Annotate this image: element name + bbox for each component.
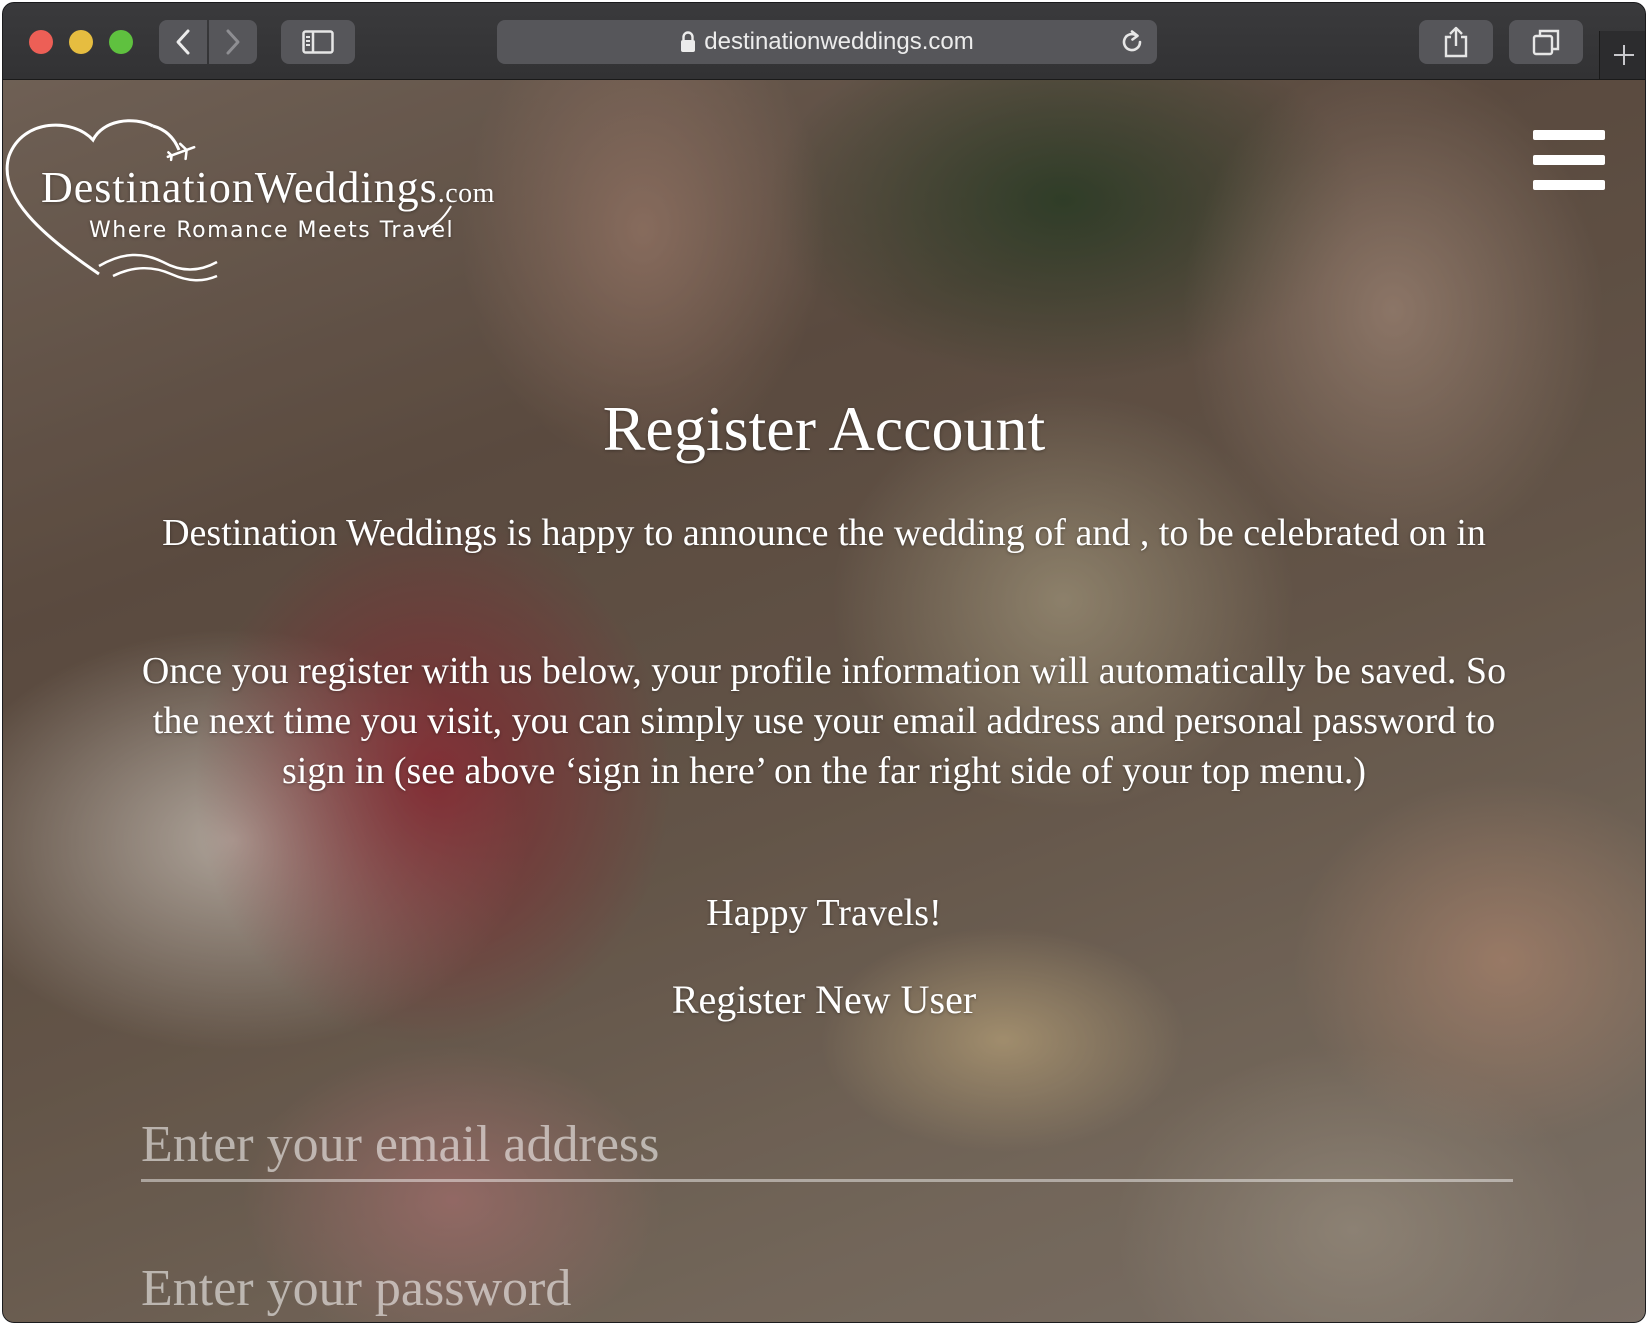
lock-icon [680, 31, 696, 53]
browser-window: destinationweddings.com DestinationWeddi… [2, 2, 1646, 1323]
forward-button[interactable] [209, 20, 257, 64]
browser-toolbar: destinationweddings.com [3, 3, 1645, 80]
back-button[interactable] [159, 20, 207, 64]
address-bar[interactable]: destinationweddings.com [497, 20, 1157, 64]
maximize-window-button[interactable] [109, 30, 133, 54]
reload-icon [1122, 30, 1142, 52]
hamburger-menu-icon [1533, 180, 1605, 190]
site-logo[interactable]: DestinationWeddings.com Where Romance Me… [3, 116, 563, 282]
share-button[interactable] [1419, 20, 1493, 64]
sidebar-icon [302, 30, 334, 54]
chevron-left-icon [176, 29, 190, 55]
share-icon [1444, 26, 1468, 58]
hamburger-menu-button[interactable] [1533, 130, 1605, 190]
reload-button[interactable] [1117, 27, 1147, 57]
sidebar-toggle-button[interactable] [281, 20, 355, 64]
page-viewport: DestinationWeddings.com Where Romance Me… [3, 80, 1645, 1322]
tabs-overview-icon [1532, 29, 1560, 56]
logo-tagline: Where Romance Meets Travel [89, 218, 455, 243]
page-content: DestinationWeddings.com Where Romance Me… [3, 80, 1645, 1322]
chevron-right-icon [226, 29, 240, 55]
minimize-window-button[interactable] [69, 30, 93, 54]
hamburger-menu-icon [1533, 130, 1605, 140]
password-field[interactable] [141, 1254, 1513, 1322]
signoff-text: Happy Travels! [706, 892, 942, 934]
close-window-button[interactable] [29, 30, 53, 54]
logo-name-text: DestinationWeddings [41, 163, 438, 212]
hamburger-menu-icon [1533, 155, 1605, 165]
logo-wordmark: DestinationWeddings.com [41, 162, 495, 213]
instructions-text: Once you register with us below, your pr… [141, 650, 1507, 792]
email-field[interactable] [141, 1110, 1513, 1182]
url-text: destinationweddings.com [704, 28, 974, 55]
tabs-overview-button[interactable] [1509, 20, 1583, 64]
plus-icon [1614, 45, 1634, 65]
page-title: Register Account [602, 393, 1046, 464]
new-tab-button[interactable] [1599, 31, 1645, 79]
logo-suffix-text: .com [437, 178, 495, 209]
announcement-text: Destination Weddings is happy to announc… [162, 512, 1486, 554]
register-form-heading: Register New User [671, 977, 977, 1022]
